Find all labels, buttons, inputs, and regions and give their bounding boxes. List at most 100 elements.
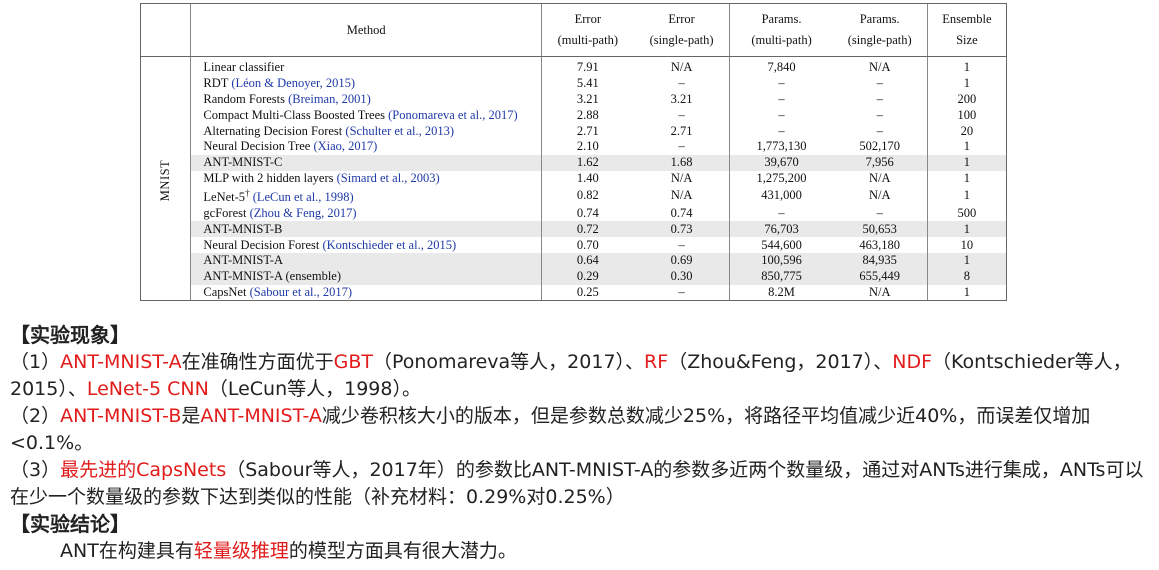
params-multi-cell: 1,275,200 xyxy=(729,170,833,187)
header-params-single: Params. (single-path) xyxy=(832,3,928,57)
header-method: Method xyxy=(190,3,542,57)
table-row: ANT-MNIST-A 0.64 0.69 100,596 84,935 1 xyxy=(141,252,1008,269)
error-single-cell: 2.71 xyxy=(670,123,693,138)
params-single-cell: 84,935 xyxy=(832,252,928,269)
table-row: gcForest (Zhou & Feng, 2017) 0.74 0.74– –50… xyxy=(141,205,1008,222)
method-cell: RDT (Léon & Denoyer, 2015) xyxy=(190,75,542,92)
method-cell: Alternating Decision Forest (Schulter et… xyxy=(190,123,542,139)
params-single-cell: 50,653 xyxy=(832,221,928,238)
table-row: ANT-MNIST-B 0.72 0.73 76,703 50,653 1 xyxy=(141,221,1008,238)
header-error-single: Error (single-path) xyxy=(633,3,730,57)
params-single-cell: 463,180 xyxy=(859,237,901,252)
method-cell: Compact Multi-Class Boosted Trees (Ponom… xyxy=(190,107,542,124)
method-name: RDT xyxy=(203,76,232,91)
error-single-cell: 0.73 xyxy=(633,221,730,238)
method-cell: Neural Decision Tree (Xiao, 2017) xyxy=(190,138,542,155)
error-multi-cell: 0.72 xyxy=(540,221,634,238)
params-single-cell: – xyxy=(876,91,883,106)
citation-link[interactable]: (Sabour et al., 2017) xyxy=(250,285,352,299)
highlight-text: RF xyxy=(644,351,669,373)
dataset-group-label: MNIST xyxy=(158,159,173,201)
table-row: Neural Decision Tree (Xiao, 2017) 2.10–1,… xyxy=(141,138,1008,155)
method-name: ANT-MNIST-B xyxy=(203,221,283,236)
error-single-cell: – xyxy=(678,107,685,122)
error-single-cell: – xyxy=(678,237,685,252)
body-text: （LeCun等人，1998）。 xyxy=(208,378,421,400)
params-multi-cell: – xyxy=(729,205,833,222)
method-cell: ANT-MNIST-C xyxy=(190,154,542,171)
body-text: 是 xyxy=(181,405,201,427)
highlight-text: ANT-MNIST-B xyxy=(60,405,182,427)
citation-link[interactable]: (Schulter et al., 2013) xyxy=(345,124,454,138)
highlight-text: GBT xyxy=(333,351,373,373)
params-multi-cell: 1,773,130 xyxy=(729,138,833,155)
method-cell: Neural Decision Forest (Kontschieder et … xyxy=(190,237,542,253)
header-params-multi: Params. (multi-path) xyxy=(729,3,833,57)
error-single-cell: – xyxy=(678,139,685,154)
error-single-cell: N/A xyxy=(670,188,693,203)
table-row: ANT-MNIST-A (ensemble) 0.29 0.30 850,775 655… xyxy=(141,268,1008,285)
error-single-cell: – xyxy=(633,284,730,302)
error-multi-cell: 0.74 xyxy=(540,205,634,222)
params-single-cell: – xyxy=(876,205,883,220)
params-single-cell: – xyxy=(876,107,883,122)
ensemble-size-cell: 500 xyxy=(926,205,1008,222)
error-multi-cell: 2.71 xyxy=(540,123,634,139)
params-multi-cell: 431,000 xyxy=(729,186,833,206)
error-multi-cell: 0.25 xyxy=(540,284,634,302)
method-cell: Linear classifier xyxy=(190,60,542,76)
method-name: Random Forests xyxy=(203,91,289,106)
error-multi-cell: 7.91 xyxy=(540,60,634,76)
note-paragraph-2: （2）ANT-MNIST-B是ANT-MNIST-A减少卷积核大小的版本，但是参… xyxy=(10,403,1155,457)
error-multi-cell: 0.64 xyxy=(540,252,634,269)
highlight-text: 最先进的CapsNets xyxy=(60,459,227,481)
citation-link[interactable]: (Zhou & Feng, 2017) xyxy=(250,206,357,220)
body-text: 的模型方面具有很大潜力。 xyxy=(288,540,517,562)
citation-link[interactable]: (Ponomareva et al., 2017) xyxy=(388,108,517,122)
error-multi-cell: 0.29 xyxy=(540,268,634,285)
method-cell: MLP with 2 hidden layers (Simard et al.,… xyxy=(190,170,542,187)
error-multi-cell: 3.21 xyxy=(540,91,634,108)
error-multi-cell: 0.82 xyxy=(540,186,634,206)
params-single-cell: 502,170 xyxy=(859,139,901,154)
error-multi-cell: 1.40 xyxy=(540,170,634,187)
citation-link[interactable]: (Breiman, 2001) xyxy=(288,92,371,106)
ensemble-size-cell: 1 xyxy=(926,252,1008,269)
citation-link[interactable]: (Léon & Denoyer, 2015) xyxy=(231,76,355,90)
method-cell: LeNet-5† (LeCun et al., 1998) xyxy=(190,186,542,206)
header-error-multi: Error (multi-path) xyxy=(540,3,634,57)
ensemble-size-cell: 200 xyxy=(926,91,1008,108)
citation-link[interactable]: (Simard et al., 2003) xyxy=(337,171,440,185)
error-single-cell: N/A xyxy=(670,170,693,185)
params-multi-cell: 850,775 xyxy=(729,268,833,285)
citation-link[interactable]: (LeCun et al., 1998) xyxy=(253,191,354,205)
note-paragraph-3: （3）最先进的CapsNets（Sabour等人，2017年）的参数比ANT-M… xyxy=(10,457,1155,511)
error-multi-cell: 0.70 xyxy=(540,237,634,253)
method-name: Compact Multi-Class Boosted Trees xyxy=(203,107,389,122)
citation-link[interactable]: (Kontschieder et al., 2015) xyxy=(322,238,456,252)
method-cell: ANT-MNIST-B xyxy=(190,221,542,238)
ensemble-size-cell: 1 xyxy=(926,60,1008,76)
params-multi-cell: 7,840 xyxy=(729,60,833,76)
body-text: 在准确性方面优于 xyxy=(181,351,334,373)
ensemble-size-cell: 10 xyxy=(926,237,1008,253)
method-name: Linear classifier xyxy=(203,60,285,75)
method-name: Neural Decision Tree xyxy=(203,139,314,154)
highlight-text: LeNet-5 CNN xyxy=(86,378,209,400)
highlight-text: 轻量级推理 xyxy=(193,540,289,562)
note-paragraph-1: （1）ANT-MNIST-A在准确性方面优于GBT（Ponomareva等人，2… xyxy=(10,349,1155,403)
params-multi-cell: – xyxy=(729,123,833,139)
conclusion-paragraph: ANT在构建具有轻量级推理的模型方面具有很大潜力。 xyxy=(10,538,1155,565)
ensemble-size-cell: 1 xyxy=(926,284,1008,302)
citation-link[interactable]: (Xiao, 2017) xyxy=(313,139,377,153)
footnote-mark: † xyxy=(245,188,250,199)
params-multi-cell: 100,596 xyxy=(729,252,833,269)
error-single-cell: 0.30 xyxy=(633,268,730,285)
phenomenon-heading: 【实验现象】 xyxy=(10,323,130,347)
params-single-cell: N/A xyxy=(868,170,891,185)
params-single-cell: 655,449 xyxy=(832,268,928,285)
params-multi-cell: 76,703 xyxy=(729,221,833,238)
method-name: Alternating Decision Forest xyxy=(203,123,346,138)
params-multi-cell: – xyxy=(729,107,833,124)
method-name: LeNet-5 xyxy=(203,190,246,205)
